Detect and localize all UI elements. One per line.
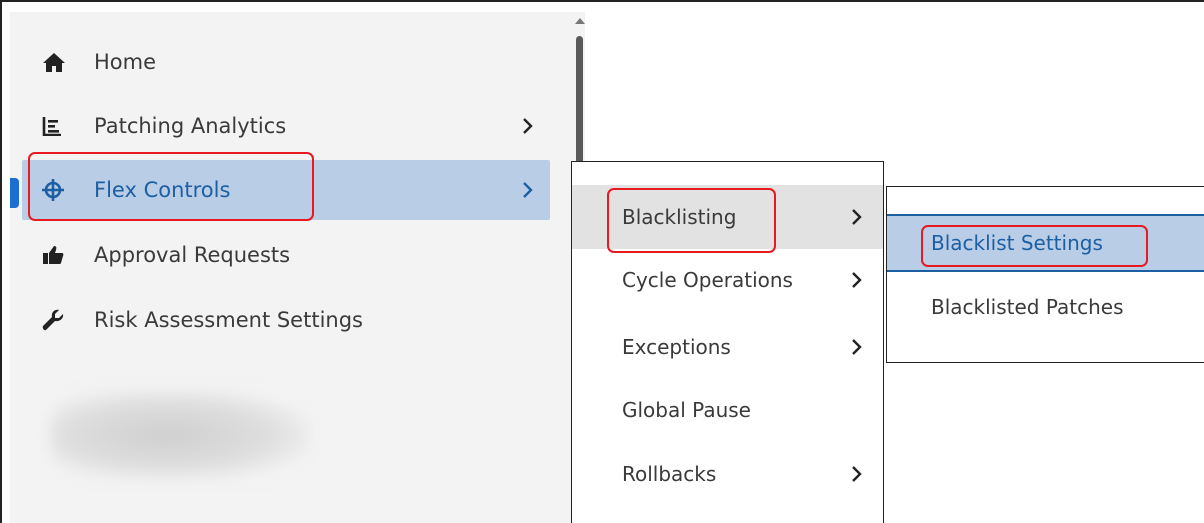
- sidebar-item-label: Risk Assessment Settings: [94, 308, 363, 332]
- analytics-icon: [42, 114, 76, 138]
- sidebar-item-label: Approval Requests: [94, 243, 291, 267]
- submenu-item-label: Exceptions: [622, 335, 731, 359]
- sidebar-item-risk-assessment-settings[interactable]: Risk Assessment Settings: [22, 290, 550, 350]
- chevron-right-icon: [522, 160, 534, 220]
- sidebar-item-label: Flex Controls: [94, 178, 231, 202]
- sidebar-item-approval-requests[interactable]: Approval Requests: [22, 225, 550, 285]
- chevron-right-icon: [851, 442, 863, 506]
- submenu-item-blacklisting[interactable]: Blacklisting: [572, 185, 883, 249]
- blacklisting-flyout: Blacklist Settings Blacklisted Patches: [886, 186, 1204, 363]
- flex-controls-submenu: Blacklisting Cycle Operations Exceptions…: [571, 161, 884, 523]
- sidebar-item-label: Patching Analytics: [94, 114, 287, 138]
- submenu-item-label: Global Pause: [622, 398, 751, 422]
- sidebar-item-home[interactable]: Home: [22, 32, 550, 92]
- chevron-right-icon: [851, 315, 863, 379]
- submenu-item-label: Cycle Operations: [622, 268, 793, 292]
- wrench-icon: [42, 308, 76, 332]
- flyout-item-label: Blacklist Settings: [931, 231, 1103, 255]
- submenu-item-exceptions[interactable]: Exceptions: [572, 315, 883, 379]
- submenu-item-label: Rollbacks: [622, 462, 717, 486]
- submenu-item-rollbacks[interactable]: Rollbacks: [572, 442, 883, 506]
- flyout-item-label: Blacklisted Patches: [931, 295, 1124, 319]
- flyout-item-blacklist-settings[interactable]: Blacklist Settings: [887, 214, 1204, 272]
- sidebar-item-patching-analytics[interactable]: Patching Analytics: [22, 96, 550, 156]
- home-icon: [42, 50, 76, 74]
- scroll-up-arrow-icon[interactable]: [575, 18, 585, 24]
- submenu-item-global-pause[interactable]: Global Pause: [572, 378, 883, 442]
- flyout-item-blacklisted-patches[interactable]: Blacklisted Patches: [887, 277, 1204, 337]
- submenu-item-cycle-operations[interactable]: Cycle Operations: [572, 248, 883, 312]
- crosshair-icon: [42, 178, 76, 202]
- chevron-right-icon: [851, 248, 863, 312]
- active-indicator: [10, 178, 19, 208]
- submenu-item-label: Blacklisting: [622, 205, 737, 229]
- thumbs-up-icon: [42, 243, 76, 267]
- sidebar-item-label: Home: [94, 50, 157, 74]
- sidebar-item-flex-controls[interactable]: Flex Controls: [22, 160, 550, 220]
- chevron-right-icon: [522, 96, 534, 156]
- blurred-content: [50, 390, 310, 480]
- chevron-right-icon: [851, 185, 863, 249]
- scroll-thumb[interactable]: [576, 36, 583, 168]
